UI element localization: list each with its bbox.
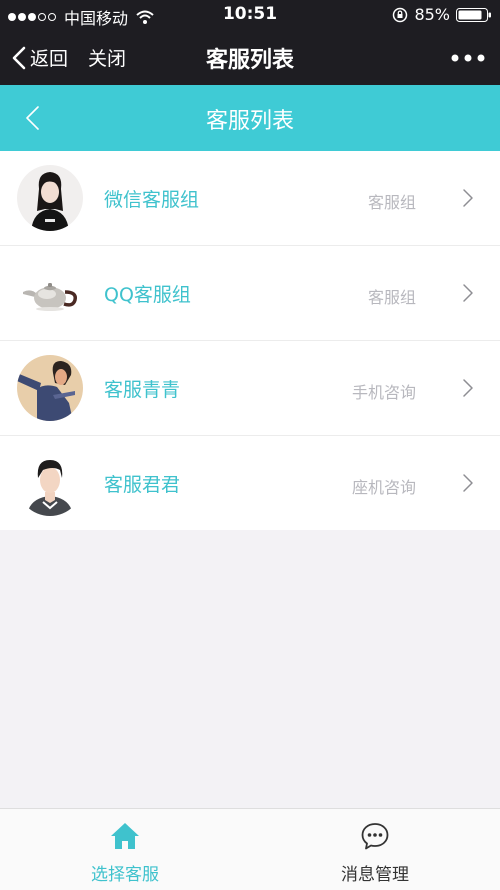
agent-name: 微信客服组 [104, 189, 200, 211]
status-right: 85% [392, 5, 492, 24]
status-bar: 中国移动 10:51 85% [0, 0, 500, 30]
avatar [17, 450, 83, 516]
back-label: 返回 [30, 48, 69, 70]
chevron-right-icon [463, 189, 473, 207]
battery-percent: 85% [414, 5, 450, 24]
wechat-page-title: 客服列表 [205, 48, 294, 73]
avatar [17, 165, 83, 231]
wechat-nav-bar: 返回 关闭 客服列表 [0, 30, 500, 85]
back-button[interactable]: 返回 [12, 44, 68, 71]
avatar [17, 260, 83, 326]
agent-name: 客服君君 [104, 474, 181, 496]
chat-bubble-icon [361, 823, 389, 850]
tab-bar: 选择客服 消息管理 [0, 808, 500, 890]
app-header: 客服列表 [0, 85, 500, 151]
list-item[interactable]: 微信客服组 客服组 [0, 151, 500, 246]
agent-list: 微信客服组 客服组 QQ客服组 客服组 客服青青 手机咨询 客服君君 座机咨询 [0, 151, 500, 530]
home-icon [111, 823, 139, 849]
chevron-left-icon [12, 46, 26, 69]
agent-name: 客服青青 [104, 379, 181, 401]
list-item[interactable]: QQ客服组 客服组 [0, 246, 500, 341]
chevron-right-icon [463, 379, 473, 397]
tab-message-management[interactable]: 消息管理 [250, 809, 500, 890]
woman-illustration-avatar-image [17, 355, 83, 421]
battery-icon [456, 7, 491, 22]
tab-select-agent[interactable]: 选择客服 [0, 809, 250, 890]
tab-label: 选择客服 [91, 865, 159, 885]
page-title: 客服列表 [205, 109, 294, 134]
rotation-lock-icon [393, 7, 408, 22]
agent-type: 手机咨询 [351, 383, 416, 402]
agent-name: QQ客服组 [104, 284, 191, 306]
close-button[interactable]: 关闭 [88, 44, 126, 71]
girl-avatar-image [17, 165, 83, 231]
teapot-avatar-image [17, 260, 83, 326]
avatar [17, 355, 83, 421]
back-arrow-icon[interactable] [22, 104, 44, 132]
tab-label: 消息管理 [341, 865, 409, 885]
chevron-right-icon [463, 474, 473, 492]
list-item[interactable]: 客服君君 座机咨询 [0, 436, 500, 530]
list-item[interactable]: 客服青青 手机咨询 [0, 341, 500, 436]
more-icon[interactable] [450, 48, 486, 68]
agent-type: 客服组 [367, 288, 416, 307]
chevron-right-icon [463, 284, 473, 302]
agent-type: 客服组 [367, 193, 416, 212]
boy-avatar-image [17, 450, 83, 516]
agent-type: 座机咨询 [351, 478, 416, 497]
